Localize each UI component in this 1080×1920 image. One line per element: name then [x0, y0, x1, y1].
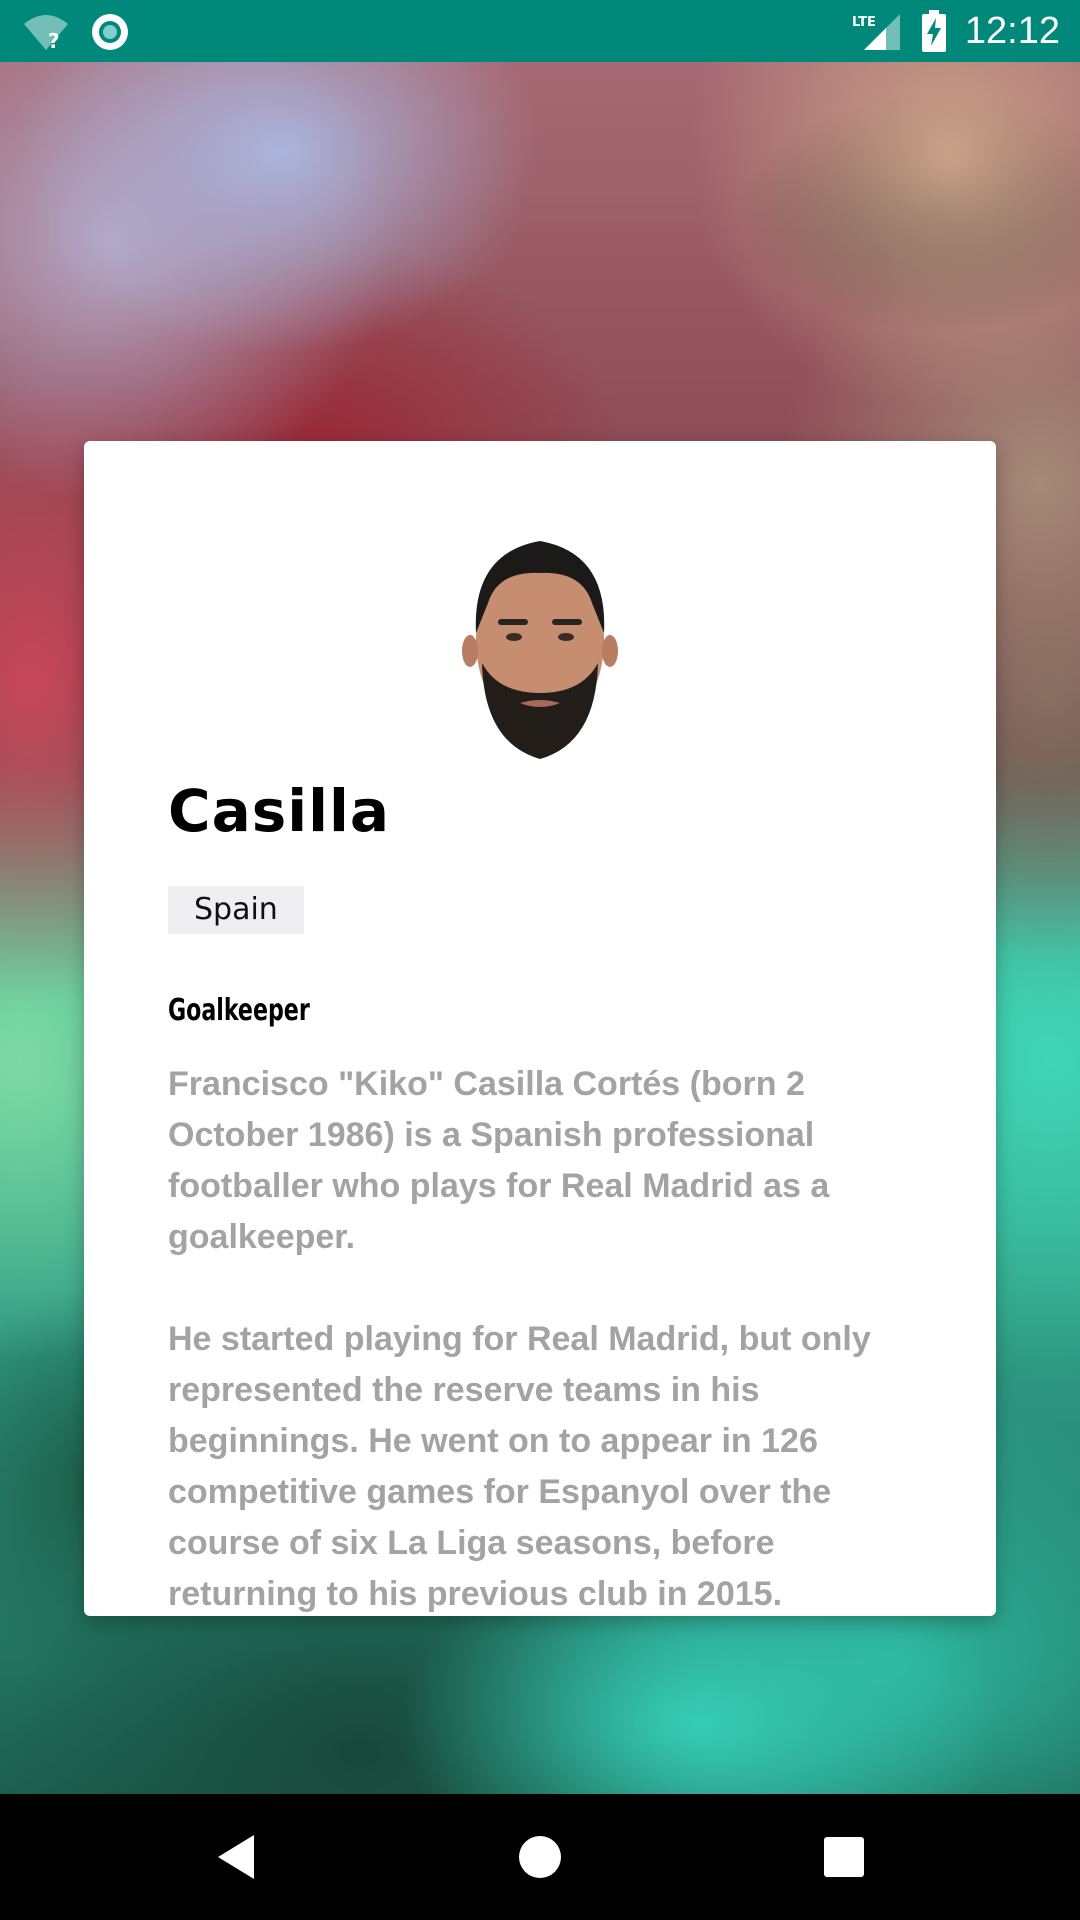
player-bio: Francisco "Kiko" Casilla Cortés (born 2 … [168, 1059, 888, 1616]
status-clock: 12:12 [964, 10, 1060, 52]
country-chip: Spain [168, 886, 304, 934]
player-name: Casilla [168, 777, 391, 845]
svg-text:?: ? [48, 29, 60, 52]
sync-circle-icon [92, 14, 128, 50]
battery-charging-icon [922, 10, 946, 52]
recents-square-icon[interactable] [814, 1827, 874, 1887]
status-bar: ? LTE 12:12 [0, 0, 1080, 62]
player-card: Casilla Spain Goalkeeper Francisco "Kiko… [84, 441, 996, 1616]
home-circle-icon[interactable] [510, 1827, 570, 1887]
bio-paragraph: He started playing for Real Madrid, but … [168, 1320, 871, 1613]
back-triangle-icon[interactable] [206, 1827, 266, 1887]
bio-paragraph: Francisco "Kiko" Casilla Cortés (born 2 … [168, 1065, 830, 1256]
cell-signal-icon: LTE [852, 14, 900, 50]
app-screen: ? LTE 12:12 Casilla Spain Goalkeeper Fra… [0, 0, 1080, 1920]
network-type-label: LTE [852, 15, 876, 30]
system-nav-bar [0, 1794, 1080, 1920]
position-label: Goalkeeper [168, 993, 310, 1028]
wifi-unknown-icon: ? [24, 15, 68, 52]
player-portrait-image [462, 541, 618, 759]
